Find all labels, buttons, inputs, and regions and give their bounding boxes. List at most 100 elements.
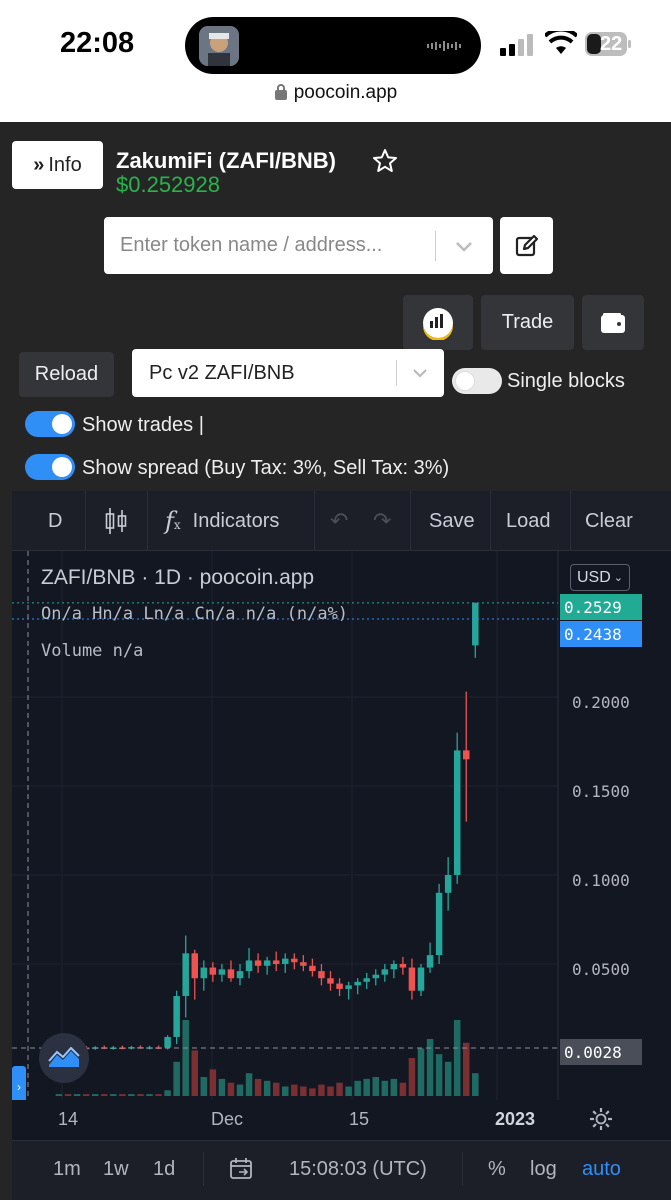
volume-bar <box>309 1088 316 1096</box>
volume-bar <box>318 1084 325 1096</box>
candle-body <box>218 969 226 975</box>
chevron-down-icon <box>413 369 427 378</box>
range-1w-button[interactable]: 1w <box>103 1158 129 1181</box>
volume-bar <box>381 1080 389 1096</box>
volume-bar <box>64 1094 72 1096</box>
volume-bar <box>182 1020 189 1096</box>
volume-bar <box>453 1020 461 1096</box>
function-icon: fx <box>165 507 181 535</box>
price-axis-label: 0.1500 <box>572 782 630 801</box>
show-trades-toggle[interactable] <box>25 411 75 437</box>
auto-scale-button[interactable]: auto <box>582 1158 621 1181</box>
volume-bar <box>263 1080 271 1096</box>
single-blocks-label: Single blocks <box>507 370 625 392</box>
currency-select[interactable]: USD ⌄ <box>570 564 630 591</box>
candle-body <box>173 996 180 1037</box>
price-axis-label: 0.2000 <box>572 693 630 712</box>
candles-icon <box>105 508 127 534</box>
reload-button[interactable]: Reload <box>19 352 114 397</box>
load-button[interactable]: Load <box>506 491 551 551</box>
utc-time[interactable]: 15:08:03 (UTC) <box>289 1158 427 1181</box>
volume-bar <box>417 1048 425 1096</box>
crosshair-price-tag: 0.0028 <box>560 1039 642 1065</box>
candle-body <box>327 978 334 984</box>
volume-bar <box>110 1094 117 1096</box>
candle-body <box>345 985 352 989</box>
cellular-signal-icon <box>500 34 533 56</box>
status-time: 22:08 <box>60 27 135 59</box>
date-range-icon[interactable] <box>229 1157 255 1181</box>
range-1m-button[interactable]: 1m <box>53 1158 81 1181</box>
chart-logo-icon <box>423 307 453 340</box>
candle-body <box>227 969 235 979</box>
tradingview-logo-icon[interactable] <box>39 1033 89 1083</box>
now-playing-artwork-icon <box>199 26 239 66</box>
pair-select[interactable]: Pc v2 ZAFI/BNB <box>132 349 444 397</box>
volume-bar <box>354 1080 361 1096</box>
candle-body <box>381 969 389 975</box>
candle-body <box>354 981 361 986</box>
toolbar-divider <box>147 491 148 551</box>
wallet-icon <box>601 312 625 333</box>
show-spread-toggle[interactable] <box>25 454 75 480</box>
single-blocks-toggle[interactable] <box>452 368 502 394</box>
trade-button[interactable]: Trade <box>481 295 574 350</box>
wifi-icon <box>545 31 577 54</box>
token-price: $0.252928 <box>116 172 220 197</box>
token-title: ZakumiFi (ZAFI/BNB) <box>116 148 336 173</box>
edit-button[interactable] <box>500 217 553 274</box>
volume-bar <box>236 1084 244 1096</box>
volume-bar <box>399 1082 407 1096</box>
indicators-label: Indicators <box>192 509 280 532</box>
wallet-button[interactable] <box>582 295 644 350</box>
chart-legend-symbol: ZAFI/BNB · 1D · poocoin.app <box>41 566 315 589</box>
clear-button[interactable]: Clear <box>585 491 671 551</box>
search-divider <box>435 231 436 261</box>
time-axis <box>12 1100 671 1140</box>
spread-price-tag: 0.2438 <box>560 621 642 647</box>
interval-button[interactable]: D <box>48 491 62 551</box>
chevron-down-icon[interactable] <box>454 236 474 256</box>
time-axis-label: Dec <box>211 1109 244 1129</box>
info-button[interactable]: » Info <box>12 141 103 189</box>
percent-scale-button[interactable]: % <box>488 1158 506 1181</box>
undo-icon[interactable]: ↶ <box>330 491 348 551</box>
volume-bar <box>91 1094 99 1096</box>
price-axis-label: 0.1000 <box>572 871 630 890</box>
volume-bar <box>209 1069 217 1096</box>
volume-bar <box>227 1082 235 1096</box>
save-button[interactable]: Save <box>429 491 475 551</box>
volume-bar <box>282 1086 289 1096</box>
volume-bar <box>128 1094 135 1096</box>
volume-bar <box>300 1086 307 1096</box>
url-bar[interactable]: poocoin.app <box>0 82 671 104</box>
indicators-button[interactable]: fx Indicators <box>165 491 279 551</box>
settings-gear-icon[interactable] <box>589 1107 613 1131</box>
show-trades-label: Show trades | <box>82 414 204 436</box>
volume-bar <box>327 1086 334 1096</box>
candle-body <box>390 964 398 970</box>
volume-bar <box>390 1078 398 1096</box>
toolbar-divider <box>85 491 86 551</box>
log-scale-button[interactable]: log <box>530 1158 557 1181</box>
candle-body <box>463 750 470 760</box>
last-price-tag: 0.2529 <box>560 594 642 620</box>
volume-bar <box>218 1078 226 1096</box>
candle-body <box>318 971 325 979</box>
token-search[interactable] <box>104 217 493 274</box>
audio-waveform-icon <box>427 41 461 51</box>
favorite-star-icon[interactable] <box>372 148 398 174</box>
volume-bar <box>101 1094 108 1096</box>
token-search-input[interactable] <box>120 217 420 274</box>
chart-button[interactable] <box>403 295 473 350</box>
candle-body <box>336 983 343 989</box>
volume-bar <box>435 1054 443 1096</box>
candle-body <box>363 978 370 982</box>
range-1d-button[interactable]: 1d <box>153 1158 175 1181</box>
volume-bar <box>463 1042 470 1096</box>
candle-body <box>191 953 198 979</box>
url-text: poocoin.app <box>293 82 398 103</box>
redo-icon[interactable]: ↷ <box>373 491 391 551</box>
chart-type-button[interactable] <box>104 491 128 551</box>
candle-body <box>263 960 271 966</box>
